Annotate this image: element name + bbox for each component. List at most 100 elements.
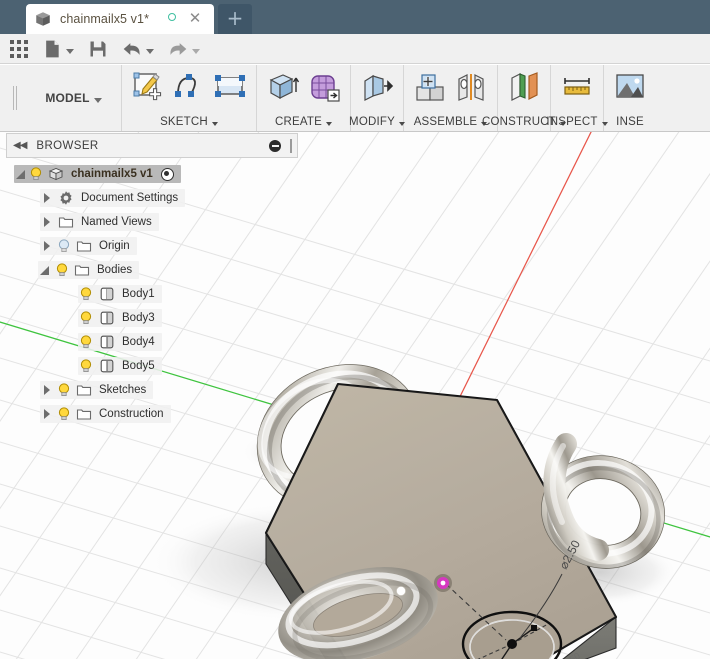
tree-node-label: Document Settings [81,192,179,204]
lightbulb-on-icon[interactable] [54,262,70,278]
chevron-down-icon[interactable] [146,48,154,54]
tree-node-body3[interactable]: Body3 [6,306,296,330]
ribbon-panel-modify: MODIFY [349,65,405,131]
ribbon-panel-construct-label[interactable]: CONSTRUCT [482,116,566,128]
ribbon-panel-sketch-label[interactable]: SKETCH [122,116,256,128]
chevron-down-icon [326,122,332,126]
undo-button[interactable] [122,34,154,64]
press-pull-icon[interactable] [360,70,394,104]
spline-curve-icon[interactable] [172,70,206,104]
tree-node-chainmailx5[interactable]: chainmailx5 v1 [6,162,296,186]
tree-node-bodies[interactable]: Bodies [6,258,296,282]
workspace-selector[interactable]: MODEL [26,65,122,131]
tree-node-named-views[interactable]: Named Views [6,210,296,234]
ribbon-panel-inspect-label[interactable]: INSPECT [546,116,608,128]
new-file-button[interactable] [42,34,74,64]
expand-arrow-icon[interactable] [40,407,54,421]
sketch-center-point[interactable] [507,639,517,649]
workspace-label: MODEL [45,91,90,105]
app-grid-button[interactable] [0,34,28,64]
gear-icon [60,191,72,205]
tree-node-label: Body4 [122,336,155,348]
panel-label-text: ASSEMBLE [413,116,478,128]
joint-icon[interactable] [454,70,488,104]
expand-arrow-icon[interactable] [40,191,54,205]
folder-icon [76,385,92,396]
ribbon-panel-inspect: INSPECT [546,65,608,131]
undo-arrow-icon [123,42,140,55]
minus-circle-icon[interactable] [269,140,281,152]
extrude-box-arrow-icon[interactable] [266,70,300,104]
tree-node-label: Bodies [97,264,133,276]
ribbon-panel-construct: CONSTRUCT [482,65,566,131]
browser-panel-header: ◀◀ BROWSER [6,133,298,158]
new-tab-button[interactable]: + [218,4,252,34]
tree-node-label: Body1 [122,288,155,300]
close-icon[interactable]: ✕ [188,11,202,26]
tree-node-body1[interactable]: Body1 [6,282,296,306]
panel-label-text: SKETCH [160,116,208,128]
file-icon [46,40,59,57]
folder-icon [76,241,92,252]
ribbon-panel-sketch: SKETCH [122,65,257,131]
component-cube-icon [48,168,64,181]
lightbulb-on-icon[interactable] [56,406,72,422]
chevron-down-icon [93,98,102,103]
expand-arrow-icon[interactable] [40,215,54,229]
chevron-down-icon [211,122,218,126]
body-icon [100,335,114,349]
insert-image-icon[interactable] [613,70,647,104]
tree-node-body5[interactable]: Body5 [6,354,296,378]
lightbulb-on-icon[interactable] [78,310,94,326]
ribbon-drag-grip[interactable] [0,65,26,131]
expand-arrow-icon[interactable] [14,167,28,181]
tab-bar: chainmailx5 v1* ✕ + [0,0,710,34]
lightbulb-on-icon[interactable] [78,358,94,374]
sketch-point-handle[interactable] [531,625,537,631]
body-icon [100,287,114,301]
resize-grip-icon[interactable] [290,139,292,153]
tree-node-origin[interactable]: Origin [6,234,296,258]
new-component-icon[interactable] [413,70,447,104]
expand-arrow-icon[interactable] [40,239,54,253]
redo-button[interactable] [168,34,200,64]
tree-node-label: Named Views [81,216,152,228]
lightbulb-on-icon[interactable] [28,166,44,182]
ruler-measure-icon[interactable] [560,70,594,104]
construction-point[interactable] [396,586,406,596]
tree-node-document-settings[interactable]: Document Settings [6,186,296,210]
offset-plane-icon[interactable] [507,70,541,104]
circle-outline-icon [168,13,176,21]
sketch-plus-icon[interactable] [131,70,165,104]
activate-component-radio[interactable] [160,167,174,181]
expand-arrow-icon[interactable] [40,383,54,397]
lightbulb-on-icon[interactable] [78,334,94,350]
tree-node-body4[interactable]: Body4 [6,330,296,354]
chevron-down-icon[interactable] [66,48,74,54]
ribbon-panel-insert-label[interactable]: INSE [604,116,656,128]
panel-label-text: CONSTRUCT [482,116,556,128]
double-chevron-left-icon[interactable]: ◀◀ [13,140,27,151]
origin-marker[interactable] [434,574,452,592]
expand-arrow-icon[interactable] [38,263,52,277]
save-button[interactable] [88,34,108,64]
fusion360-window: chainmailx5 v1* ✕ + MODEL SKETCH CREATE … [0,0,710,659]
lightbulb-on-icon[interactable] [56,382,72,398]
ribbon-panel-create-label[interactable]: CREATE [257,116,350,128]
folder-icon [76,409,92,420]
lightbulb-on-icon[interactable] [78,286,94,302]
tree-node-sketches[interactable]: Sketches [6,378,296,402]
chevron-down-icon[interactable] [192,48,200,54]
quick-access-toolbar [0,34,710,64]
ribbon-panel-modify-label[interactable]: MODIFY [349,116,405,128]
folder-icon [58,217,74,228]
rectangle-icon[interactable] [213,70,247,104]
body-icon [100,311,114,325]
lightbulb-off-icon[interactable] [56,238,72,254]
ribbon-panel-insert: INSE [604,65,656,131]
form-mesh-box-icon[interactable] [307,70,341,104]
document-tab[interactable]: chainmailx5 v1* ✕ [26,4,214,34]
panel-label-text: INSPECT [546,116,598,128]
panel-label-text: INSE [616,116,644,128]
tree-node-construction[interactable]: Construction [6,402,296,426]
